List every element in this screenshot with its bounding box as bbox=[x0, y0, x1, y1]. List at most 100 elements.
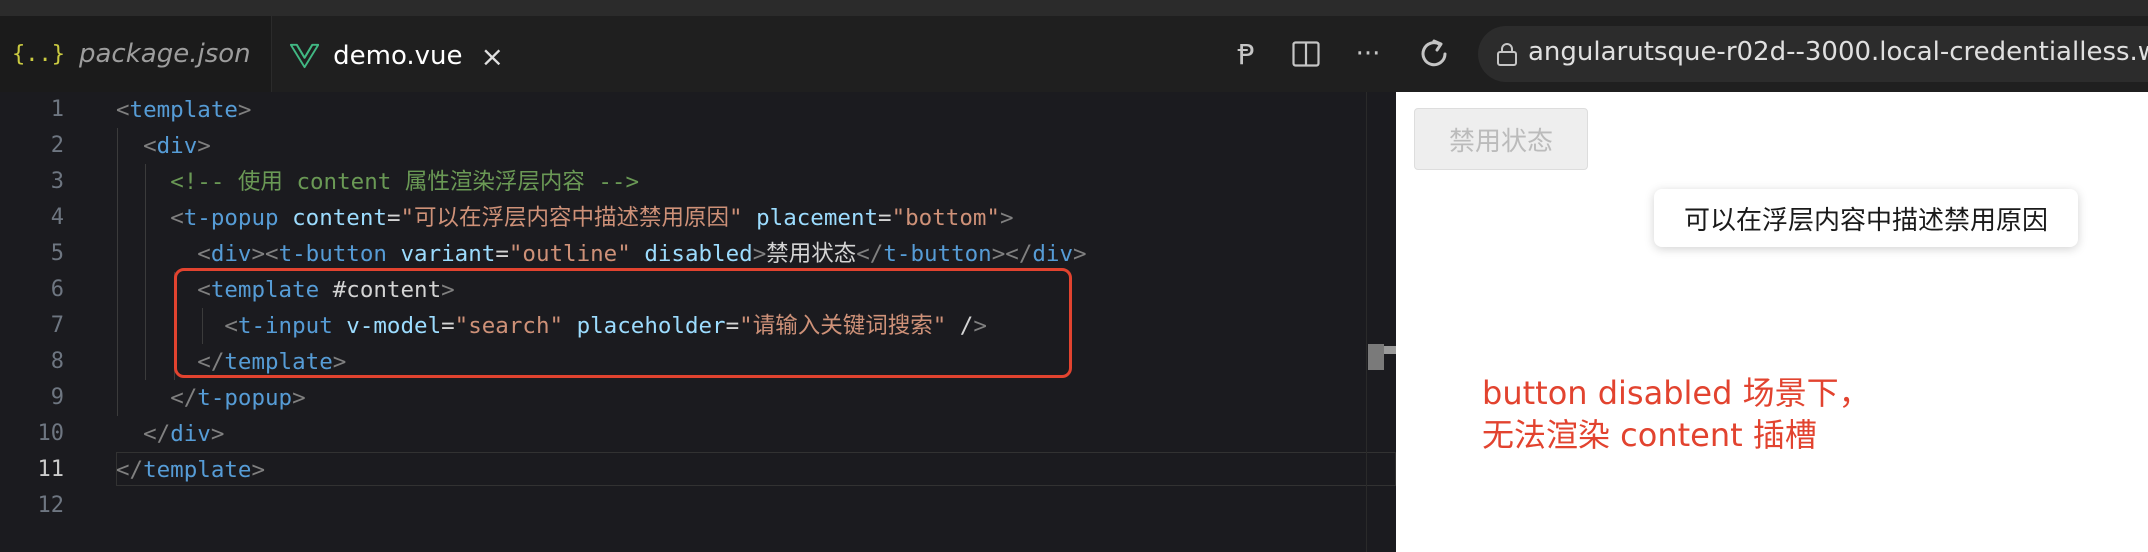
line-number: 5 bbox=[50, 241, 64, 266]
reload-icon[interactable] bbox=[1414, 34, 1454, 74]
line-number: 7 bbox=[50, 313, 64, 338]
code-line[interactable]: <div> bbox=[116, 128, 211, 164]
popup-content: 可以在浮层内容中描述禁用原因 bbox=[1654, 189, 2078, 247]
code-token: placement bbox=[756, 205, 879, 231]
code-line[interactable]: <template> bbox=[116, 92, 251, 128]
code-token: </ bbox=[856, 241, 884, 267]
scrollbar-thumb[interactable] bbox=[1368, 344, 1384, 370]
annotation-note: button disabled 场景下， 无法渲染 content 插槽 bbox=[1482, 372, 1871, 456]
code-token: div bbox=[1032, 241, 1074, 267]
code-token: disabled bbox=[644, 241, 753, 267]
url-text: angularutsque-r02d--3000.local-credentia… bbox=[1528, 37, 2148, 67]
tab-label: demo.vue bbox=[333, 41, 463, 71]
tab-package-json[interactable]: {..} package.json bbox=[0, 16, 272, 92]
code-line[interactable]: </div> bbox=[116, 416, 224, 452]
code-token: = bbox=[878, 205, 892, 231]
editor-tab-bar: {..} package.json demo.vue × bbox=[0, 16, 1396, 94]
code-token: div bbox=[170, 421, 211, 447]
code-token: template bbox=[129, 97, 238, 123]
lock-icon bbox=[1497, 43, 1517, 66]
code-token: div bbox=[156, 133, 198, 159]
paw-icon[interactable]: Ᵽ bbox=[1230, 38, 1262, 71]
code-token: > bbox=[292, 385, 306, 411]
tab-demo-vue[interactable]: demo.vue × bbox=[272, 16, 504, 94]
json-braces-icon: {..} bbox=[12, 41, 65, 67]
tab-label: package.json bbox=[78, 39, 251, 69]
disabled-button[interactable]: 禁用状态 bbox=[1414, 108, 1588, 170]
browser-address-bar: angularutsque-r02d--3000.local-credentia… bbox=[1396, 16, 2148, 92]
code-token: t-popup bbox=[183, 205, 279, 231]
code-token: > bbox=[251, 241, 266, 267]
code-token: t-button bbox=[278, 241, 387, 267]
window-top-strip bbox=[0, 0, 2148, 16]
code-token: < bbox=[197, 241, 211, 267]
browser-preview: 禁用状态 可以在浮层内容中描述禁用原因 button disabled 场景下，… bbox=[1396, 92, 2148, 552]
code-token: "outline" bbox=[508, 241, 631, 267]
code-line[interactable]: <div><t-button variant="outline" disable… bbox=[116, 236, 1087, 272]
code-token: "bottom" bbox=[891, 205, 1000, 231]
code-token: < bbox=[265, 241, 279, 267]
line-number: 9 bbox=[50, 385, 64, 410]
code-token: div bbox=[210, 241, 252, 267]
code-editor[interactable]: 1 2 3 4 5 6 7 8 9 10 11 12 <template> <div> <!-- 使用… bbox=[0, 92, 1396, 552]
note-line-1: button disabled 场景下， bbox=[1482, 374, 1871, 412]
code-token: > bbox=[210, 421, 225, 447]
line-number: 1 bbox=[50, 97, 64, 122]
code-token: > bbox=[752, 241, 767, 267]
code-token: > bbox=[251, 457, 266, 483]
code-token: = bbox=[386, 205, 401, 231]
code-token: </ bbox=[170, 385, 198, 411]
code-line[interactable]: </t-popup> bbox=[116, 380, 306, 416]
code-line[interactable]: <!-- 使用 content 属性渲染浮层内容 --> bbox=[116, 164, 639, 200]
split-editor-icon[interactable] bbox=[1290, 38, 1322, 70]
line-number: 6 bbox=[50, 277, 64, 302]
vue-logo-icon bbox=[290, 43, 320, 69]
code-token: t-button bbox=[883, 241, 992, 267]
line-number: 12 bbox=[37, 493, 65, 518]
code-token: < bbox=[143, 133, 157, 159]
code-token: < bbox=[116, 97, 130, 123]
current-line-highlight bbox=[116, 452, 1396, 486]
scroll-marker bbox=[1384, 346, 1396, 354]
line-number: 8 bbox=[50, 349, 64, 374]
code-token: t-popup bbox=[197, 385, 293, 411]
code-token: > bbox=[999, 205, 1014, 231]
code-token: variant bbox=[400, 241, 496, 267]
line-number: 2 bbox=[50, 133, 64, 158]
code-token: > bbox=[197, 133, 211, 159]
code-token: > bbox=[1073, 241, 1087, 267]
line-number: 4 bbox=[50, 205, 64, 230]
code-token: template bbox=[143, 457, 252, 483]
code-token: > bbox=[991, 241, 1006, 267]
highlight-box bbox=[174, 268, 1072, 378]
line-number: 10 bbox=[37, 421, 65, 446]
code-token: </ bbox=[143, 421, 171, 447]
code-token: = bbox=[495, 241, 509, 267]
code-token: 禁用状态 bbox=[766, 241, 857, 267]
code-token: "可以在浮层内容中描述禁用原因" bbox=[400, 205, 743, 231]
code-line[interactable]: <t-popup content="可以在浮层内容中描述禁用原因" placem… bbox=[116, 200, 1014, 236]
note-line-2: 无法渲染 content 插槽 bbox=[1482, 416, 1817, 454]
line-number: 11 bbox=[37, 457, 65, 482]
close-icon[interactable]: × bbox=[481, 40, 504, 73]
code-token: content bbox=[292, 205, 387, 231]
code-token: </ bbox=[1005, 241, 1033, 267]
code-line[interactable]: </template> bbox=[116, 452, 265, 488]
code-token: </ bbox=[116, 457, 144, 483]
code-token: <!-- 使用 content 属性渲染浮层内容 --> bbox=[170, 169, 640, 195]
more-actions-icon[interactable]: ··· bbox=[1350, 38, 1386, 70]
code-token: > bbox=[237, 97, 252, 123]
url-field[interactable]: angularutsque-r02d--3000.local-credentia… bbox=[1478, 26, 2148, 82]
minimap-edge bbox=[1366, 92, 1367, 552]
line-number: 3 bbox=[50, 169, 64, 194]
line-number-gutter: 1 2 3 4 5 6 7 8 9 10 11 12 bbox=[0, 92, 90, 552]
